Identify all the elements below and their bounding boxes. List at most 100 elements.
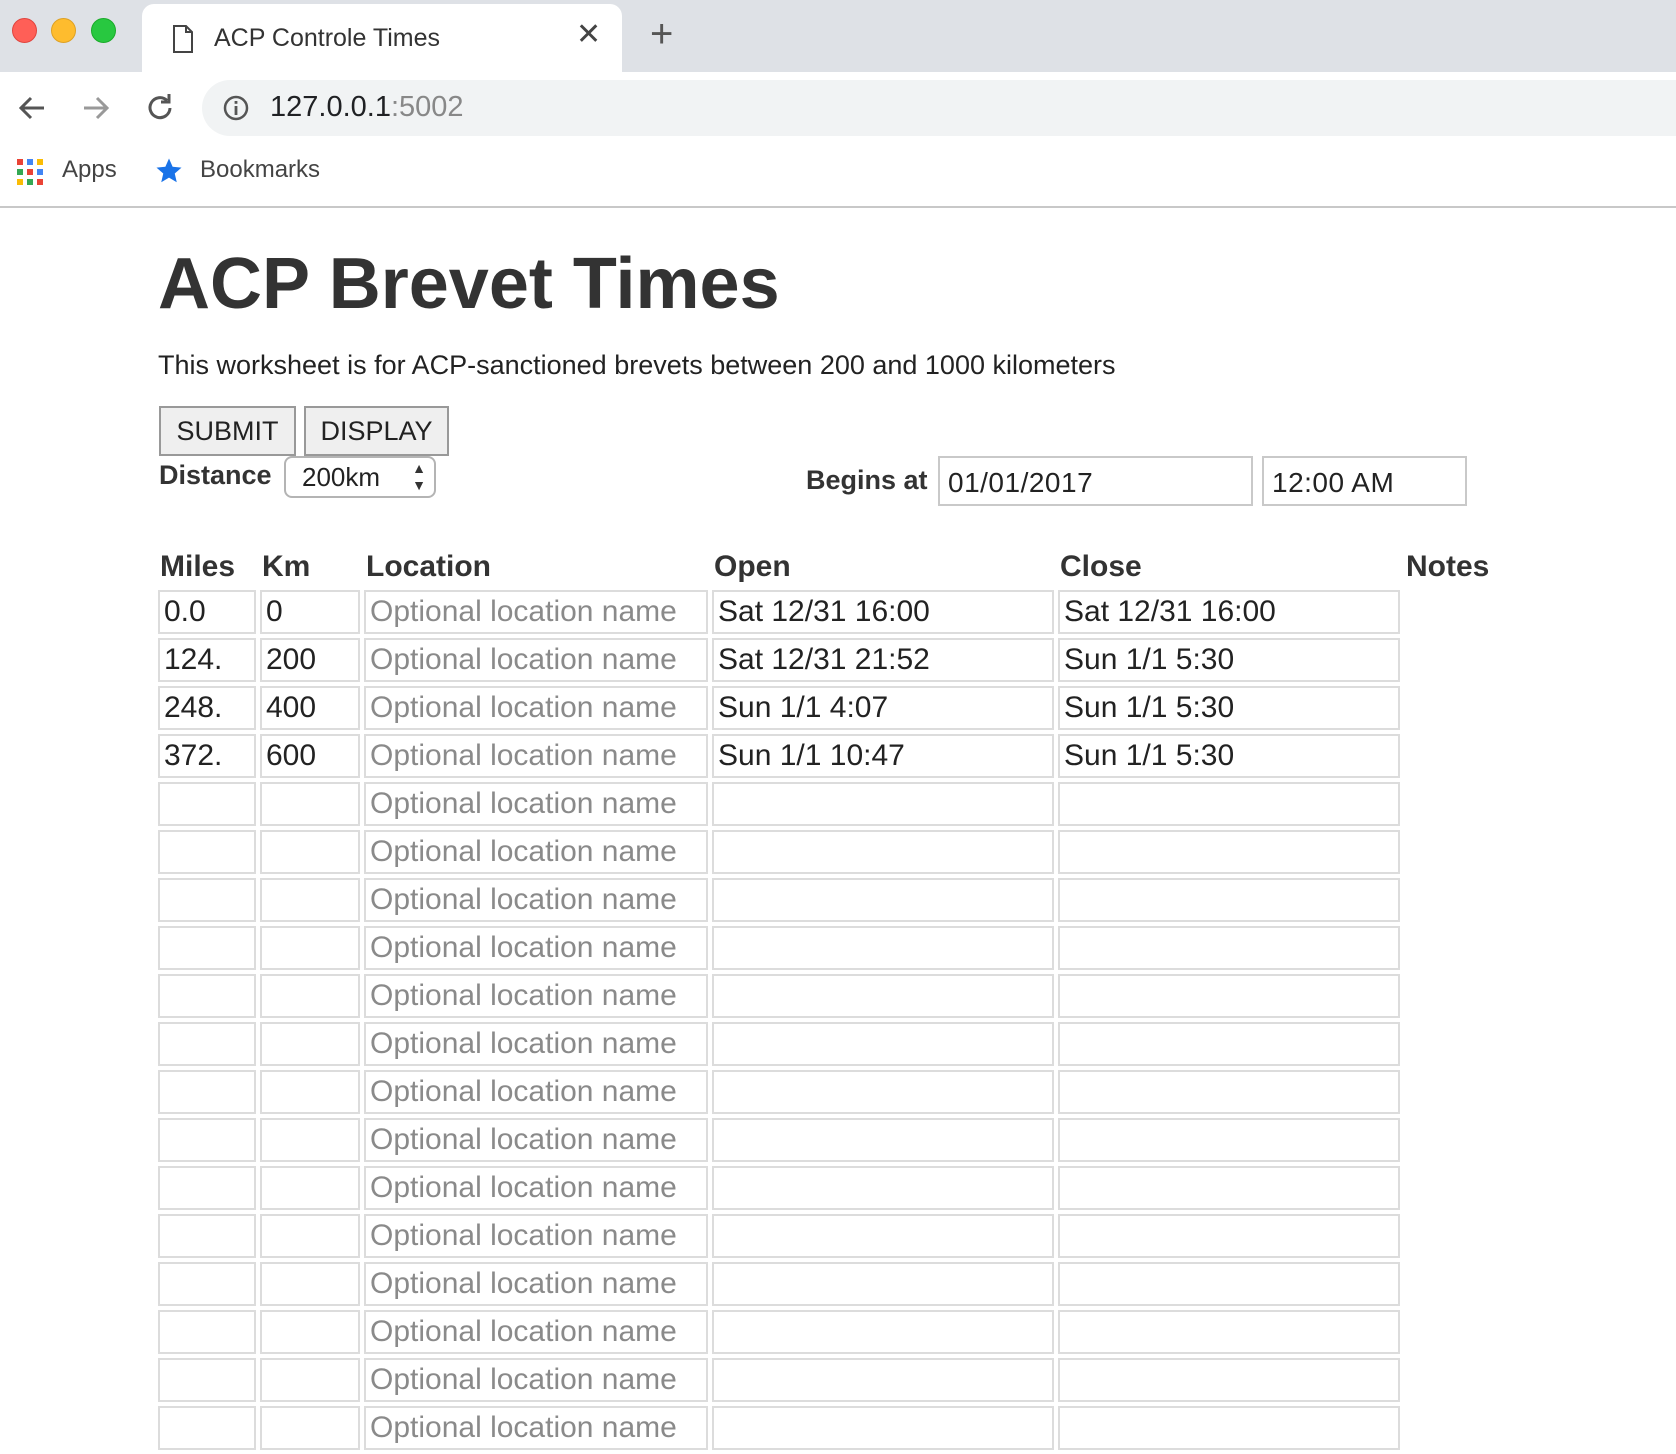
display-button[interactable]: DISPLAY	[304, 406, 449, 456]
info-icon[interactable]	[222, 94, 250, 122]
km-input[interactable]: 0	[260, 590, 360, 634]
miles-input[interactable]: 248.	[158, 686, 256, 730]
location-input[interactable]: Optional location name	[364, 734, 708, 778]
km-input[interactable]	[260, 1262, 360, 1306]
km-input[interactable]	[260, 1166, 360, 1210]
bookmarks-folder[interactable]: Bookmarks	[200, 156, 320, 184]
km-input[interactable]	[260, 830, 360, 874]
open-time-field[interactable]: Sat 12/31 21:52	[712, 638, 1054, 682]
miles-input[interactable]	[158, 1406, 256, 1450]
open-time-field[interactable]	[712, 1070, 1054, 1114]
km-input[interactable]	[260, 1358, 360, 1402]
miles-input[interactable]	[158, 1214, 256, 1258]
miles-input[interactable]: 124.	[158, 638, 256, 682]
open-time-field[interactable]: Sun 1/1 10:47	[712, 734, 1054, 778]
km-input[interactable]: 600	[260, 734, 360, 778]
distance-select[interactable]: 200km ▲▼	[284, 456, 436, 498]
open-time-field[interactable]	[712, 830, 1054, 874]
miles-input[interactable]	[158, 1022, 256, 1066]
close-time-field[interactable]	[1058, 926, 1400, 970]
open-time-field[interactable]	[712, 1406, 1054, 1450]
close-time-field[interactable]	[1058, 974, 1400, 1018]
close-time-field[interactable]	[1058, 1022, 1400, 1066]
close-time-field[interactable]: Sun 1/1 5:30	[1058, 734, 1400, 778]
location-input[interactable]: Optional location name	[364, 590, 708, 634]
km-input[interactable]	[260, 782, 360, 826]
miles-input[interactable]	[158, 1118, 256, 1162]
close-time-field[interactable]	[1058, 782, 1400, 826]
open-time-field[interactable]	[712, 1166, 1054, 1210]
km-input[interactable]	[260, 1070, 360, 1114]
close-time-field[interactable]: Sun 1/1 5:30	[1058, 638, 1400, 682]
tab-close-icon[interactable]: ✕	[576, 20, 601, 50]
close-time-field[interactable]	[1058, 1214, 1400, 1258]
location-input[interactable]: Optional location name	[364, 878, 708, 922]
browser-tab[interactable]: ACP Controle Times ✕	[142, 4, 622, 72]
window-minimize-dot[interactable]	[51, 18, 76, 43]
star-icon[interactable]	[154, 156, 184, 186]
close-time-field[interactable]	[1058, 1166, 1400, 1210]
location-input[interactable]: Optional location name	[364, 686, 708, 730]
new-tab-icon[interactable]: +	[650, 14, 673, 54]
miles-input[interactable]	[158, 830, 256, 874]
apps-bookmark[interactable]: Apps	[62, 156, 117, 184]
miles-input[interactable]	[158, 1310, 256, 1354]
apps-grid-icon[interactable]	[16, 158, 44, 186]
miles-input[interactable]	[158, 1358, 256, 1402]
miles-input[interactable]	[158, 974, 256, 1018]
miles-input[interactable]	[158, 926, 256, 970]
miles-input[interactable]	[158, 1262, 256, 1306]
close-time-field[interactable]	[1058, 1310, 1400, 1354]
km-input[interactable]	[260, 974, 360, 1018]
location-input[interactable]: Optional location name	[364, 638, 708, 682]
window-maximize-dot[interactable]	[91, 18, 116, 43]
close-time-field[interactable]: Sun 1/1 5:30	[1058, 686, 1400, 730]
location-input[interactable]: Optional location name	[364, 1070, 708, 1114]
km-input[interactable]: 200	[260, 638, 360, 682]
location-input[interactable]: Optional location name	[364, 1310, 708, 1354]
open-time-field[interactable]	[712, 1310, 1054, 1354]
close-time-field[interactable]	[1058, 878, 1400, 922]
km-input[interactable]: 400	[260, 686, 360, 730]
miles-input[interactable]: 0.0	[158, 590, 256, 634]
close-time-field[interactable]	[1058, 1070, 1400, 1114]
close-time-field[interactable]	[1058, 830, 1400, 874]
close-time-field[interactable]	[1058, 1262, 1400, 1306]
location-input[interactable]: Optional location name	[364, 1022, 708, 1066]
forward-arrow-icon[interactable]	[78, 90, 114, 126]
open-time-field[interactable]	[712, 974, 1054, 1018]
miles-input[interactable]	[158, 1166, 256, 1210]
reload-icon[interactable]	[142, 90, 178, 126]
open-time-field[interactable]	[712, 1358, 1054, 1402]
open-time-field[interactable]: Sun 1/1 4:07	[712, 686, 1054, 730]
close-time-field[interactable]: Sat 12/31 16:00	[1058, 590, 1400, 634]
open-time-field[interactable]	[712, 1214, 1054, 1258]
location-input[interactable]: Optional location name	[364, 1406, 708, 1450]
km-input[interactable]	[260, 878, 360, 922]
begin-time-field[interactable]: 12:00 AM	[1262, 456, 1467, 506]
miles-input[interactable]	[158, 1070, 256, 1114]
open-time-field[interactable]: Sat 12/31 16:00	[712, 590, 1054, 634]
close-time-field[interactable]	[1058, 1358, 1400, 1402]
location-input[interactable]: Optional location name	[364, 926, 708, 970]
location-input[interactable]: Optional location name	[364, 1262, 708, 1306]
begin-date-field[interactable]: 01/01/2017	[938, 456, 1253, 506]
location-input[interactable]: Optional location name	[364, 782, 708, 826]
window-close-dot[interactable]	[12, 18, 37, 43]
km-input[interactable]	[260, 1310, 360, 1354]
location-input[interactable]: Optional location name	[364, 1214, 708, 1258]
km-input[interactable]	[260, 1118, 360, 1162]
km-input[interactable]	[260, 1022, 360, 1066]
open-time-field[interactable]	[712, 782, 1054, 826]
location-input[interactable]: Optional location name	[364, 1166, 708, 1210]
miles-input[interactable]	[158, 782, 256, 826]
open-time-field[interactable]	[712, 1118, 1054, 1162]
open-time-field[interactable]	[712, 878, 1054, 922]
open-time-field[interactable]	[712, 926, 1054, 970]
km-input[interactable]	[260, 926, 360, 970]
miles-input[interactable]: 372.	[158, 734, 256, 778]
km-input[interactable]	[260, 1214, 360, 1258]
open-time-field[interactable]	[712, 1262, 1054, 1306]
submit-button[interactable]: SUBMIT	[159, 406, 296, 456]
address-bar[interactable]: 127.0.0.1:5002	[202, 80, 1676, 136]
